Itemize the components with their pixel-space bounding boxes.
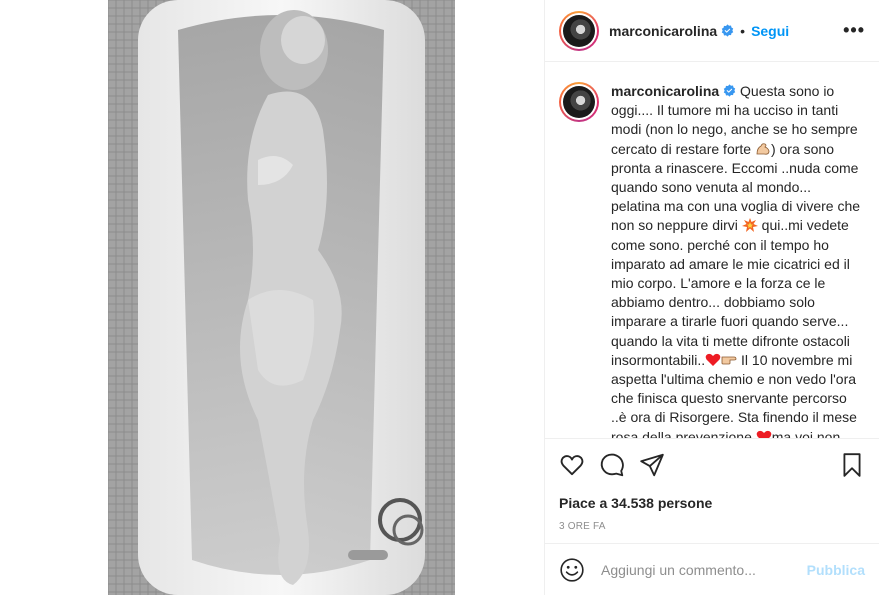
hand-pointing-emoji-icon [721,356,737,365]
post-header: marconicarolina • Segui ••• [545,0,879,62]
verified-badge-icon [721,24,734,37]
bookmark-icon[interactable] [839,452,865,478]
caption-verified-badge-icon [723,84,736,97]
caption-avatar-image [563,86,595,118]
likes-count[interactable]: Piace a 34.538 persone [559,495,865,511]
post-photo[interactable] [108,0,455,595]
post-timestamp[interactable]: 3 ORE FA [559,521,865,532]
red-heart-emoji-icon-2 [756,430,772,438]
comment-input[interactable] [601,561,807,578]
comment-icon[interactable] [599,452,625,478]
caption-username[interactable]: marconicarolina [611,83,719,99]
heart-icon[interactable] [559,452,585,478]
collision-emoji-icon [741,218,758,233]
caption-avatar[interactable] [559,82,599,122]
avatar-image [563,14,595,47]
separator-dot: • [740,22,746,39]
publish-button[interactable]: Pubblica [807,562,865,578]
comment-bar: Pubblica [545,543,879,595]
caption-part-3: qui..mi vedete come sono. perché con il … [611,217,850,368]
smiley-icon[interactable] [559,557,585,583]
avatar[interactable] [559,10,599,51]
caption-text: marconicarolina Questa sono io oggi.... … [611,82,863,438]
flexed-biceps-emoji-icon [756,142,770,155]
paper-plane-icon[interactable] [639,452,665,478]
actions-section: Piace a 34.538 persone 3 ORE FA [545,438,879,532]
red-heart-emoji-icon [705,353,721,366]
post-media-area [0,0,544,595]
comments-scroll-area[interactable]: marconicarolina Questa sono io oggi.... … [545,62,879,438]
caption-item: marconicarolina Questa sono io oggi.... … [559,82,863,438]
bathtub-photo-image [108,0,455,595]
more-options-icon[interactable]: ••• [843,20,865,41]
action-bar [559,439,865,491]
header-username[interactable]: marconicarolina [609,23,717,39]
post-side-panel: marconicarolina • Segui ••• marconicarol… [544,0,879,595]
follow-button[interactable]: Segui [751,23,789,39]
